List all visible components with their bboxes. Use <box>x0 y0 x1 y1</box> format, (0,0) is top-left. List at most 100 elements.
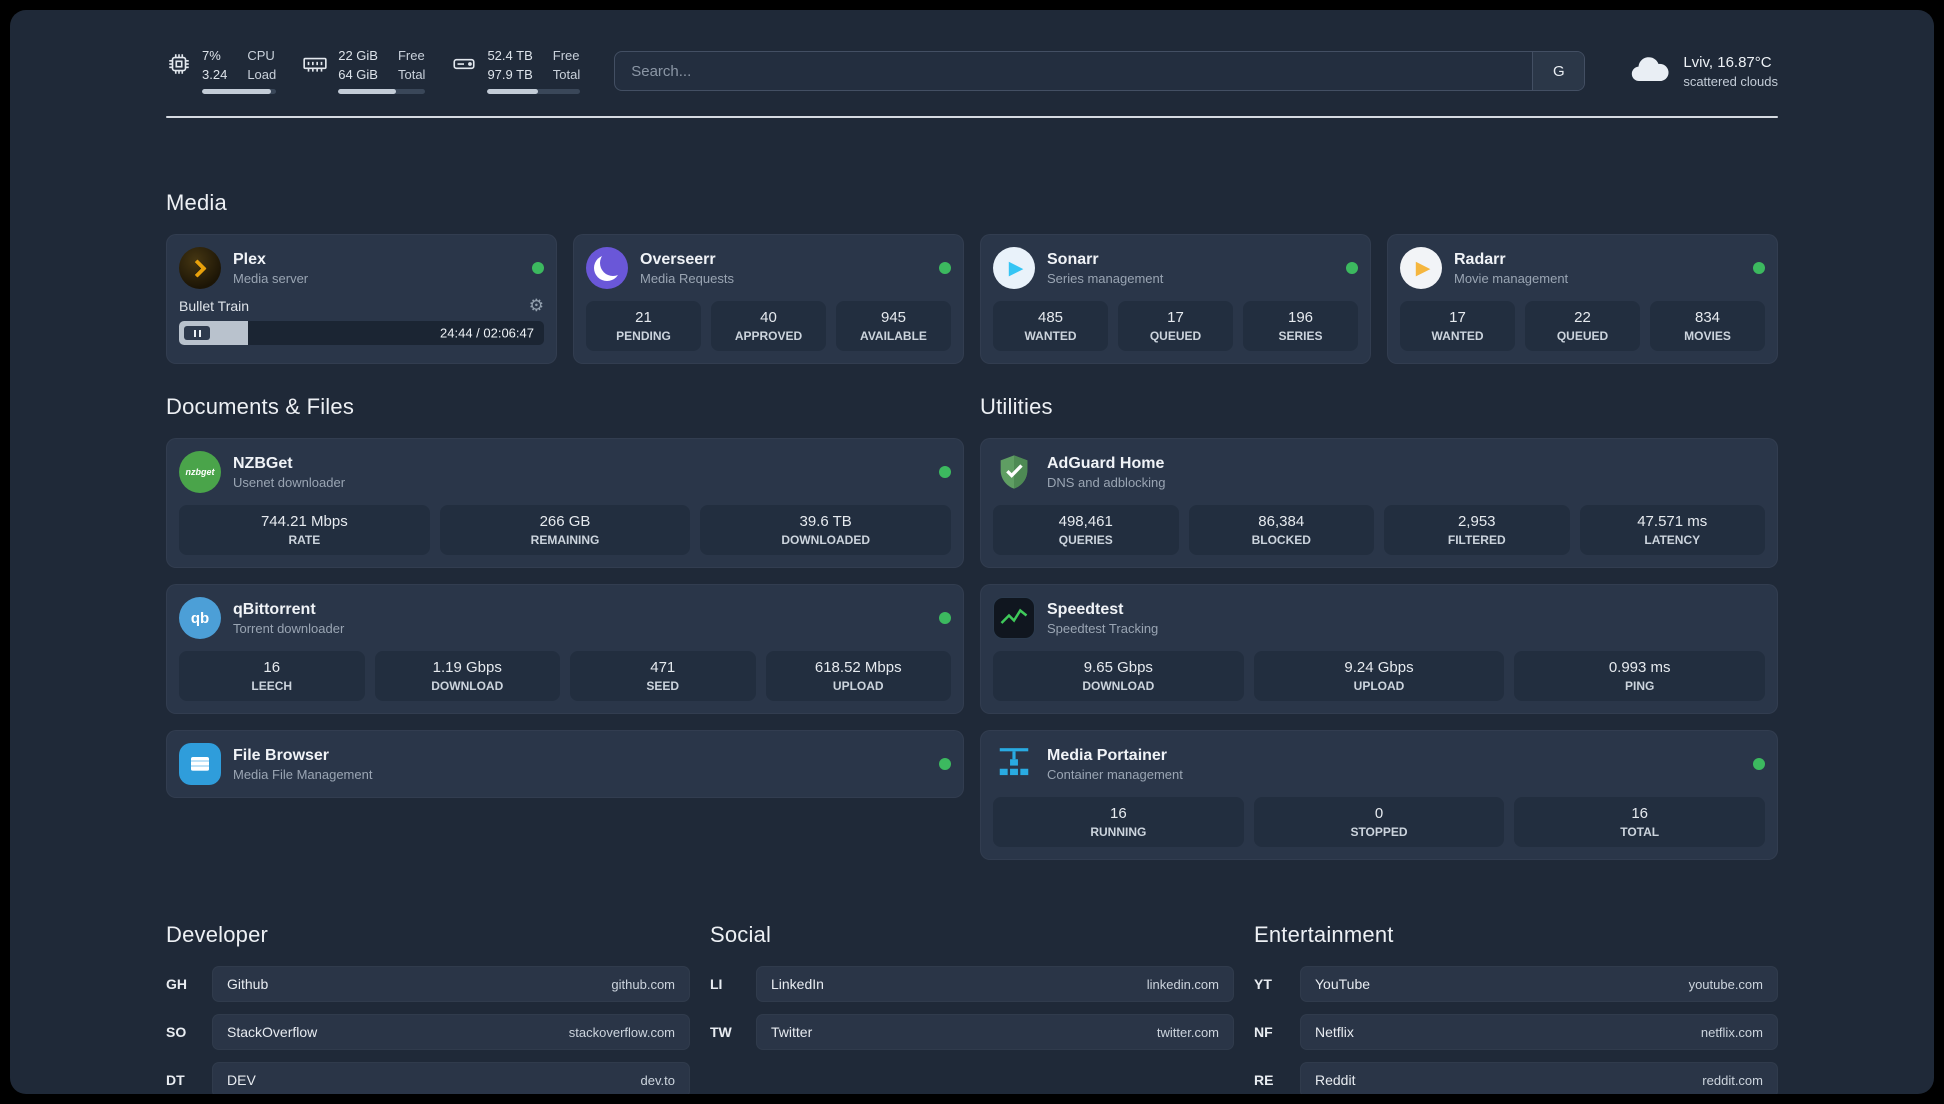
stat-value: 17 <box>1449 309 1466 326</box>
dashboard-page: 7% 3.24 CPU Load 22 GiB 64 GiB Free Tota… <box>10 10 1934 1094</box>
ram-free: 22 GiB <box>338 48 378 64</box>
bookmark-abbr: RE <box>1254 1072 1274 1088</box>
search-engine-button[interactable]: G <box>1532 52 1585 90</box>
stat-label: TOTAL <box>1620 825 1660 839</box>
app-subtitle: Media server <box>233 270 309 286</box>
sonarr-icon: ▶ <box>993 247 1035 289</box>
app-card-portainer[interactable]: Media Portainer Container management 16 … <box>980 730 1778 860</box>
app-subtitle: Speedtest Tracking <box>1047 620 1159 636</box>
app-card-plex[interactable]: Plex Media server Bullet Train ⚙ 24:44 /… <box>166 234 557 364</box>
app-card-speedtest[interactable]: Speedtest Speedtest Tracking 9.65 Gbps D… <box>980 584 1778 714</box>
app-subtitle: Container management <box>1047 766 1183 782</box>
ram-label-free: Free <box>397 48 425 64</box>
app-card-nzbget[interactable]: nzbget NZBGet Usenet downloader 744.21 M… <box>166 438 964 568</box>
bookmark-name: DEV <box>227 1072 256 1088</box>
card-header: Plex Media server <box>179 247 544 289</box>
disk-values: 52.4 TB 97.9 TB Free Total <box>487 48 580 82</box>
section-title-media: Media <box>166 190 227 215</box>
ram-label-total: Total <box>397 67 426 82</box>
app-card-radarr[interactable]: ▶ Radarr Movie management 17 WANTED 22 Q… <box>1387 234 1778 364</box>
bookmark-stackoverflow[interactable]: SO StackOverflow stackoverflow.com <box>166 1014 690 1050</box>
nzbget-icon: nzbget <box>179 451 221 493</box>
stat-label: PENDING <box>616 329 671 343</box>
app-card-overseerr[interactable]: Overseerr Media Requests 21 PENDING 40 A… <box>573 234 964 364</box>
plex-now-playing: Bullet Train ⚙ 24:44 / 02:06:47 <box>179 297 544 345</box>
stat-value: 9.65 Gbps <box>1083 659 1153 676</box>
stat-value: 0.993 ms <box>1608 659 1671 676</box>
stat-label: SERIES <box>1278 329 1323 343</box>
bookmark-pill: Netflix netflix.com <box>1300 1014 1778 1050</box>
card-header: Speedtest Speedtest Tracking <box>993 597 1765 639</box>
app-card-sonarr[interactable]: ▶ Sonarr Series management 485 WANTED 17… <box>980 234 1371 364</box>
ram-widget-body: 22 GiB 64 GiB Free Total <box>338 48 426 94</box>
bookmark-linkedin[interactable]: LI LinkedIn linkedin.com <box>710 966 1234 1002</box>
bookmark-github[interactable]: GH Github github.com <box>166 966 690 1002</box>
cpu-percent: 7% <box>202 48 221 64</box>
app-subtitle: DNS and adblocking <box>1047 474 1166 490</box>
bookmark-name: LinkedIn <box>771 976 824 992</box>
stat-value: 16 <box>263 659 281 676</box>
bookmark-reddit[interactable]: RE Reddit reddit.com <box>1254 1062 1778 1094</box>
disk-total: 97.9 TB <box>487 67 533 82</box>
ram-icon <box>303 58 327 72</box>
bookmark-pill: YouTube youtube.com <box>1300 966 1778 1002</box>
stat-tile: 485 WANTED <box>993 301 1108 351</box>
stat-label: FILTERED <box>1447 533 1506 547</box>
disk-widget-body: 52.4 TB 97.9 TB Free Total <box>487 48 581 94</box>
disk-label-col: Free Total <box>553 48 580 82</box>
bookmark-abbr: TW <box>710 1024 732 1040</box>
status-online-dot <box>1346 262 1358 274</box>
app-title: Speedtest <box>1047 600 1124 618</box>
stat-value: 618.52 Mbps <box>814 659 902 676</box>
seek-bar[interactable]: 24:44 / 02:06:47 <box>179 321 544 345</box>
stat-row: 16 RUNNING 0 STOPPED 16 TOTAL <box>993 797 1766 847</box>
stat-tile: 945 AVAILABLE <box>836 301 951 351</box>
app-titles: Media Portainer Container management <box>1047 747 1741 782</box>
stat-label: SEED <box>646 679 680 693</box>
bookmark-youtube[interactable]: YT YouTube youtube.com <box>1254 966 1778 1002</box>
stat-label: DOWNLOAD <box>1082 679 1155 693</box>
bookmark-twitter[interactable]: TW Twitter twitter.com <box>710 1014 1234 1050</box>
stat-value: 9.24 Gbps <box>1344 659 1414 676</box>
stat-tile: 834 MOVIES <box>1650 301 1765 351</box>
app-titles: AdGuard Home DNS and adblocking <box>1047 455 1765 490</box>
app-titles: NZBGet Usenet downloader <box>233 455 927 490</box>
radarr-icon: ▶ <box>1400 247 1442 289</box>
two-column-area: Documents & Files nzbget NZBGet Usenet d… <box>166 394 1778 860</box>
ram-values: 22 GiB 64 GiB Free Total <box>338 48 425 82</box>
weather-location: Lviv, 16.87°C <box>1683 53 1772 71</box>
status-online-dot <box>939 758 951 770</box>
section-title-developer: Developer <box>166 922 269 947</box>
stat-label: PING <box>1625 679 1655 693</box>
bookmark-dev[interactable]: DT DEV dev.to <box>166 1062 690 1094</box>
app-subtitle: Usenet downloader <box>233 474 346 490</box>
bookmark-pill: LinkedIn linkedin.com <box>756 966 1234 1002</box>
stat-value: 266 GB <box>539 513 591 530</box>
bookmark-name: YouTube <box>1315 976 1371 992</box>
search-input[interactable] <box>615 52 1533 90</box>
app-subtitle: Media Requests <box>640 270 734 286</box>
status-online-dot <box>1753 758 1765 770</box>
bookmark-netflix[interactable]: NF Netflix netflix.com <box>1254 1014 1778 1050</box>
stat-value: 498,461 <box>1058 513 1113 530</box>
stat-tile: 498,461 QUERIES <box>993 505 1179 555</box>
bookmark-url: youtube.com <box>1688 976 1763 992</box>
app-titles: Radarr Movie management <box>1454 251 1741 286</box>
stat-tile: 471 SEED <box>570 651 756 701</box>
stat-label: APPROVED <box>734 329 803 343</box>
app-titles: Overseerr Media Requests <box>640 251 927 286</box>
app-card-adguard[interactable]: AdGuard Home DNS and adblocking 498,461 … <box>980 438 1778 568</box>
qbittorrent-icon: qb <box>179 597 221 639</box>
stat-value: 1.19 Gbps <box>432 659 502 676</box>
cpu-progress-bar <box>202 88 277 94</box>
cpu-chip-icon <box>169 54 189 75</box>
pause-button[interactable] <box>184 326 210 340</box>
app-card-filebrowser[interactable]: File Browser Media File Management <box>166 730 964 798</box>
play-icon: ▶ <box>1008 257 1024 279</box>
gear-icon[interactable]: ⚙ <box>529 297 544 314</box>
app-subtitle: Series management <box>1047 270 1164 286</box>
stat-label: WANTED <box>1431 329 1484 343</box>
stat-label: WANTED <box>1024 329 1077 343</box>
status-online-dot <box>939 612 951 624</box>
app-card-qbittorrent[interactable]: qb qBittorrent Torrent downloader 16 LEE… <box>166 584 964 714</box>
